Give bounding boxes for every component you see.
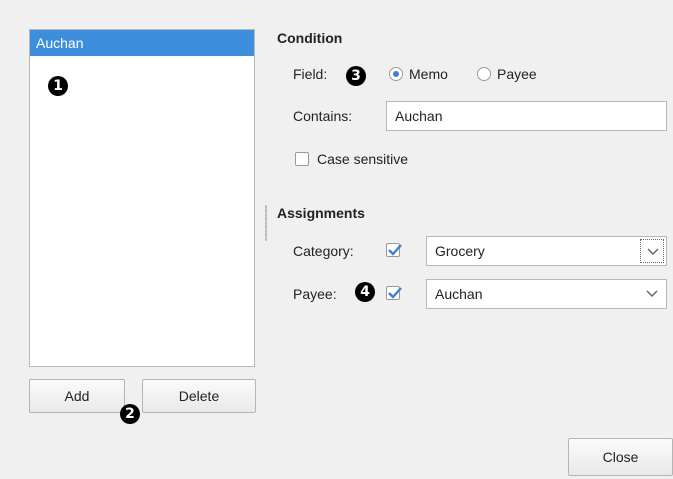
category-checkbox[interactable]: [386, 243, 402, 257]
contains-input[interactable]: [386, 101, 667, 131]
payee-radio[interactable]: [477, 67, 491, 81]
case-sensitive-label[interactable]: Case sensitive: [317, 151, 408, 167]
payee-select[interactable]: Auchan: [426, 279, 667, 309]
checkmark-icon: [388, 244, 402, 256]
memo-radio-label[interactable]: Memo: [409, 66, 448, 82]
chevron-down-icon[interactable]: [640, 282, 664, 306]
payee-select-value: Auchan: [435, 286, 483, 302]
list-item[interactable]: Auchan: [30, 30, 254, 56]
checkmark-icon: [388, 287, 402, 299]
assignments-heading: Assignments: [277, 205, 365, 221]
condition-heading: Condition: [277, 30, 343, 46]
category-select-value: Grocery: [435, 243, 485, 259]
close-button[interactable]: Close: [568, 438, 673, 476]
payee-label: Payee:: [293, 286, 337, 302]
chevron-down-icon[interactable]: [640, 239, 664, 263]
payee-radio-label[interactable]: Payee: [497, 66, 537, 82]
callout-marker-3: 3: [346, 66, 366, 86]
category-label: Category:: [293, 243, 354, 259]
splitter-grip[interactable]: [265, 205, 267, 241]
callout-marker-4: 4: [355, 282, 375, 302]
payee-checkbox[interactable]: [386, 286, 402, 300]
callout-marker-1: 1: [48, 76, 68, 96]
callout-marker-2: 2: [120, 404, 140, 424]
case-sensitive-checkbox[interactable]: [295, 152, 309, 166]
contains-label: Contains:: [293, 108, 353, 124]
add-button[interactable]: Add: [29, 379, 125, 413]
field-label: Field:: [293, 66, 328, 82]
delete-button[interactable]: Delete: [142, 379, 256, 413]
category-select[interactable]: Grocery: [426, 236, 667, 266]
memo-radio[interactable]: [389, 67, 403, 81]
